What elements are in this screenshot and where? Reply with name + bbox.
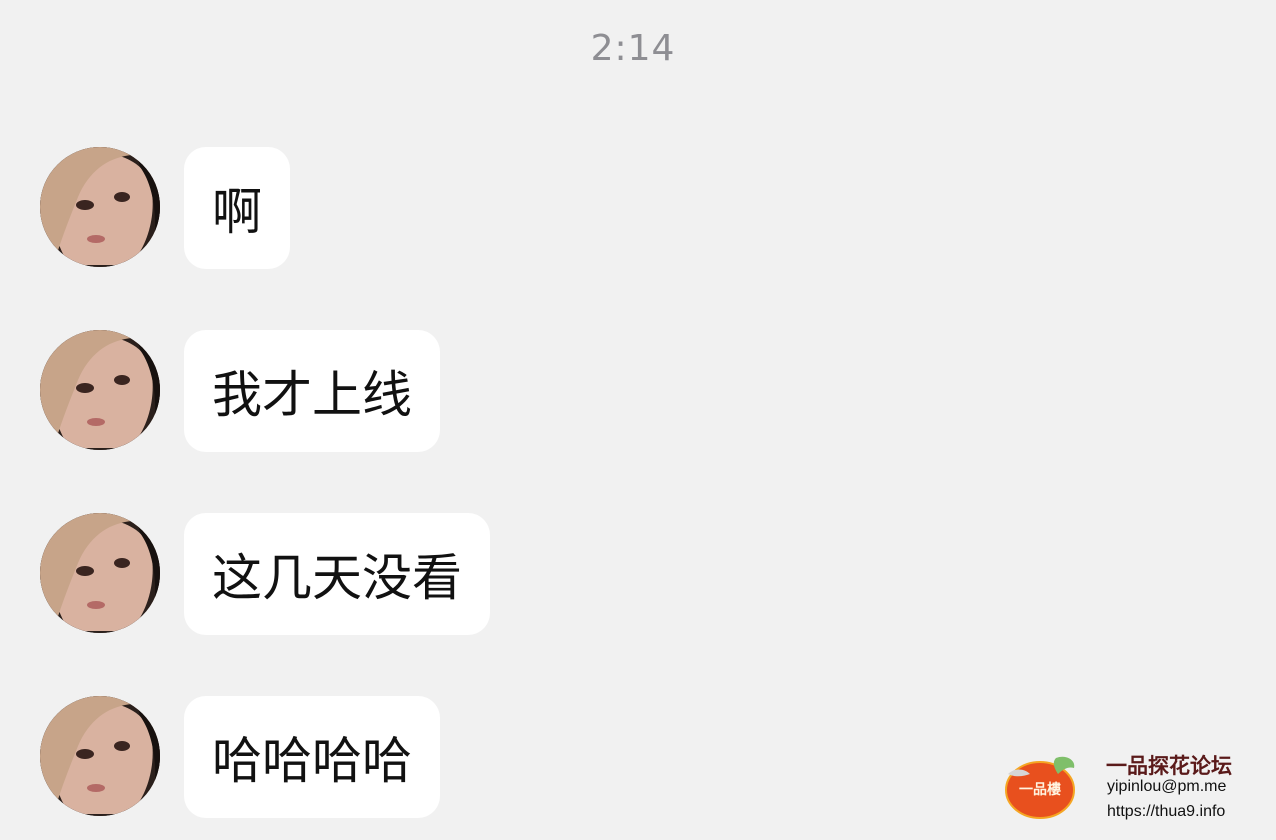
message-timestamp: 2:14 [590,28,676,69]
watermark-url: https://thua9.info [1107,803,1226,820]
contact-avatar[interactable] [40,696,160,816]
forum-logo-icon: 一品樓 [1004,754,1078,820]
message-bubble[interactable]: 哈哈哈哈 [184,696,440,818]
watermark-title: 一品探花论坛 [1106,754,1232,778]
chat-screen: 2:14 啊 我才上线 这几天没看 哈哈哈哈 一品樓 一品探花论坛 yipinl… [0,0,1276,840]
watermark-email: yipinlou@pm.me [1107,778,1227,795]
forum-logo-text: 一品樓 [1019,781,1061,798]
message-bubble[interactable]: 这几天没看 [184,513,490,635]
contact-avatar[interactable] [40,147,160,267]
watermark: 一品樓 一品探花论坛 yipinlou@pm.me https://thua9.… [1000,748,1236,828]
message-bubble[interactable]: 啊 [184,147,290,269]
message-bubble[interactable]: 我才上线 [184,330,440,452]
contact-avatar[interactable] [40,513,160,633]
contact-avatar[interactable] [40,330,160,450]
